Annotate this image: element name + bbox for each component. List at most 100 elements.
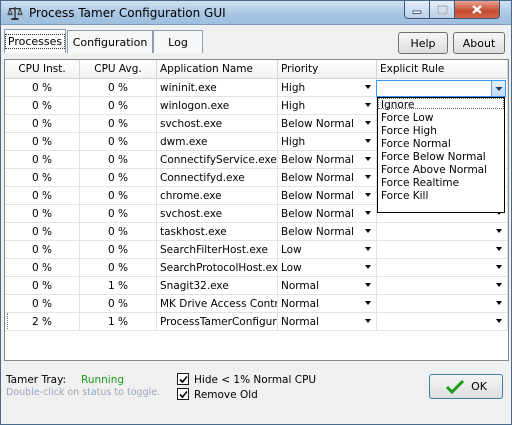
cell-explicit-rule[interactable] bbox=[377, 241, 508, 259]
dropdown-option[interactable]: Force Kill bbox=[381, 190, 428, 203]
cell-priority[interactable]: Below Normal bbox=[278, 115, 377, 133]
table-row[interactable]: 0 % 0 % SearchProtocolHost.exe Low bbox=[5, 259, 508, 277]
table-row[interactable]: 0 % 1 % Snagit32.exe Normal bbox=[5, 277, 508, 295]
dropdown-option[interactable]: Force Low bbox=[381, 112, 433, 125]
cell-explicit-rule[interactable] bbox=[377, 223, 508, 241]
chevron-down-icon[interactable] bbox=[496, 265, 502, 269]
chevron-down-icon[interactable] bbox=[365, 139, 371, 143]
checkmark-icon bbox=[446, 379, 465, 394]
cell-cpu-inst: 0 % bbox=[5, 259, 80, 277]
cell-cpu-inst: 0 % bbox=[5, 205, 80, 223]
chevron-down-icon[interactable] bbox=[365, 121, 371, 125]
column-header-cpu-inst[interactable]: CPU Inst. bbox=[5, 60, 80, 79]
chevron-down-icon[interactable] bbox=[496, 301, 502, 305]
cell-cpu-inst-text: 0 % bbox=[32, 99, 52, 112]
cell-priority[interactable]: High bbox=[278, 79, 377, 97]
close-button[interactable] bbox=[454, 1, 500, 19]
dropdown-option[interactable]: Ignore bbox=[381, 99, 414, 112]
hide-low-cpu-label[interactable]: Hide < 1% Normal CPU bbox=[194, 374, 316, 386]
chevron-down-icon[interactable] bbox=[365, 265, 371, 269]
explicit-rule-dropdown-list[interactable]: Ignore Force Low Force High Force Normal For… bbox=[377, 97, 505, 213]
dropdown-option[interactable]: Force Realtime bbox=[381, 177, 459, 190]
dropdown-option[interactable]: Force Below Normal bbox=[381, 151, 486, 164]
chevron-down-icon[interactable] bbox=[496, 283, 502, 287]
chevron-down-icon[interactable] bbox=[365, 157, 371, 161]
cell-application-name-text: svchost.exe bbox=[160, 117, 223, 130]
chevron-down-icon[interactable] bbox=[496, 247, 502, 251]
cell-explicit-rule[interactable] bbox=[377, 295, 508, 313]
chevron-down-icon[interactable] bbox=[365, 211, 371, 215]
cell-application-name-text: Snagit32.exe bbox=[160, 279, 229, 292]
chevron-down-icon[interactable] bbox=[365, 229, 371, 233]
cell-priority[interactable]: Below Normal bbox=[278, 223, 377, 241]
tab-processes[interactable]: Processes bbox=[4, 29, 66, 53]
cell-application-name-text: winlogon.exe bbox=[160, 99, 230, 112]
cell-explicit-rule[interactable] bbox=[377, 313, 508, 331]
cell-priority[interactable]: Low bbox=[278, 259, 377, 277]
chevron-down-icon[interactable] bbox=[365, 193, 371, 197]
column-header-application-name[interactable]: Application Name bbox=[157, 60, 278, 79]
maximize-button[interactable] bbox=[429, 1, 455, 19]
cell-cpu-avg: 0 % bbox=[80, 97, 157, 115]
column-header-explicit-rule[interactable]: Explicit Rule bbox=[377, 60, 508, 79]
cell-application-name-text: MK Drive Access Contro bbox=[160, 297, 278, 310]
cell-priority[interactable]: High bbox=[278, 97, 377, 115]
explicit-rule-combobox[interactable] bbox=[376, 80, 506, 97]
table-row[interactable]: 0 % 0 % SearchFilterHost.exe Low bbox=[5, 241, 508, 259]
chevron-down-icon[interactable] bbox=[365, 103, 371, 107]
tab-processes-label: Processes bbox=[4, 34, 66, 49]
cell-priority[interactable]: Below Normal bbox=[278, 151, 377, 169]
window-title: Process Tamer Configuration GUI bbox=[29, 6, 226, 20]
help-button[interactable]: Help bbox=[398, 32, 448, 54]
hide-low-cpu-checkbox[interactable] bbox=[177, 373, 189, 385]
tab-log[interactable]: Log bbox=[153, 30, 203, 53]
ok-button[interactable]: OK bbox=[429, 374, 503, 399]
chevron-down-icon[interactable] bbox=[365, 85, 371, 89]
cell-cpu-inst: 2 % bbox=[5, 313, 80, 331]
chevron-down-icon[interactable] bbox=[365, 175, 371, 179]
tab-configuration[interactable]: Configuration bbox=[67, 30, 153, 53]
minimize-button[interactable] bbox=[404, 1, 430, 19]
cell-cpu-inst: 0 % bbox=[5, 97, 80, 115]
cell-priority[interactable]: Low bbox=[278, 241, 377, 259]
explicit-rule-dropdown-button[interactable] bbox=[491, 81, 505, 96]
cell-priority[interactable]: Below Normal bbox=[278, 205, 377, 223]
title-bar[interactable]: Process Tamer Configuration GUI bbox=[1, 1, 511, 25]
chevron-down-icon[interactable] bbox=[365, 283, 371, 287]
dropdown-option[interactable]: Force High bbox=[381, 125, 437, 138]
cell-application-name: svchost.exe bbox=[157, 205, 278, 223]
cell-explicit-rule[interactable] bbox=[377, 259, 508, 277]
cell-cpu-avg-text: 0 % bbox=[108, 171, 128, 184]
scales-icon bbox=[7, 5, 23, 21]
cell-application-name: winlogon.exe bbox=[157, 97, 278, 115]
chevron-down-icon[interactable] bbox=[496, 319, 502, 323]
cell-priority[interactable]: Normal bbox=[278, 277, 377, 295]
cell-explicit-rule[interactable] bbox=[377, 277, 508, 295]
chevron-down-icon[interactable] bbox=[365, 301, 371, 305]
cell-priority[interactable]: High bbox=[278, 133, 377, 151]
column-header-priority[interactable]: Priority bbox=[278, 60, 377, 79]
chevron-down-icon[interactable] bbox=[365, 319, 371, 323]
chevron-down-icon[interactable] bbox=[496, 229, 502, 233]
chevron-down-icon[interactable] bbox=[365, 247, 371, 251]
cell-priority-text: Normal bbox=[281, 297, 319, 310]
dropdown-option[interactable]: Force Above Normal bbox=[381, 164, 487, 177]
cell-application-name: chrome.exe bbox=[157, 187, 278, 205]
cell-priority-text: Low bbox=[281, 261, 302, 274]
cell-priority[interactable]: Normal bbox=[278, 313, 377, 331]
remove-old-checkbox[interactable] bbox=[177, 388, 189, 400]
cell-priority[interactable]: Below Normal bbox=[278, 169, 377, 187]
cell-application-name: Connectifyd.exe bbox=[157, 169, 278, 187]
table-row[interactable]: 0 % 0 % taskhost.exe Below Normal bbox=[5, 223, 508, 241]
table-row[interactable]: 0 % 0 % MK Drive Access Contro Normal bbox=[5, 295, 508, 313]
dropdown-option[interactable]: Force Normal bbox=[381, 138, 451, 151]
cell-cpu-inst-text: 2 % bbox=[32, 315, 52, 328]
column-header-cpu-avg[interactable]: CPU Avg. bbox=[80, 60, 157, 79]
remove-old-label[interactable]: Remove Old bbox=[194, 389, 258, 401]
cell-cpu-inst: 0 % bbox=[5, 223, 80, 241]
tamer-tray-status[interactable]: Running bbox=[81, 374, 124, 386]
cell-priority[interactable]: Normal bbox=[278, 295, 377, 313]
cell-priority[interactable]: Below Normal bbox=[278, 187, 377, 205]
about-button[interactable]: About bbox=[453, 32, 505, 54]
table-row[interactable]: 2 % 1 % ProcessTamerConfigurat Normal bbox=[5, 313, 508, 331]
